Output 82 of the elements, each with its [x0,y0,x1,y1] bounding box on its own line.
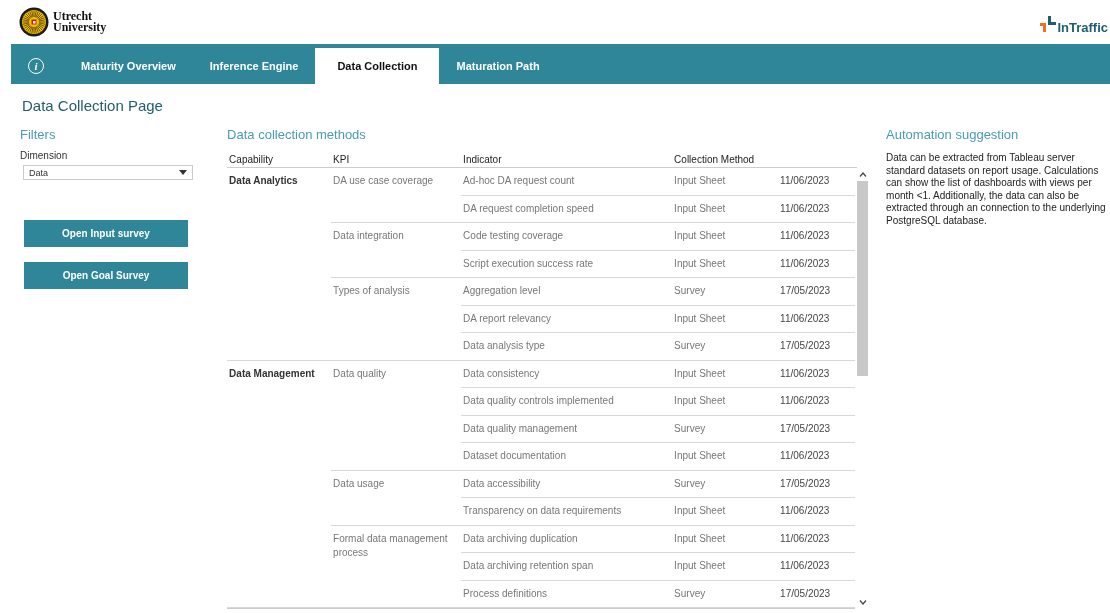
filters-heading: Filters [20,127,57,144]
method-cell: Survey [672,580,779,608]
page-title: Data Collection Page [21,96,164,116]
indicator-cell: Ad-hoc DA request count [461,168,673,196]
date-cell: 11/06/2023 [778,195,856,223]
date-cell: 17/05/2023 [778,470,856,498]
kpi-cell: DA use case coverage [331,168,462,223]
kpi-cell: Data usage [331,470,462,526]
date-cell: 11/06/2023 [778,250,856,278]
indicator-cell: Transparency on data requirements [461,498,673,526]
indicator-cell: Process definitions [461,580,673,608]
indicator-cell: Script execution success rate [461,250,673,278]
nav-tab[interactable]: Data Collection [315,48,440,84]
indicator-cell: Data quality management [461,415,673,443]
date-cell: 11/06/2023 [778,525,856,553]
automation-heading: Automation suggestion [886,127,1020,144]
method-cell: Input Sheet [672,525,779,553]
method-cell: Input Sheet [672,388,779,416]
date-cell: 17/05/2023 [778,415,856,443]
kpi-cell: Data integration [331,223,462,278]
capability-cell: Data Management [227,360,332,608]
method-cell: Survey [672,415,779,443]
method-cell: Input Sheet [672,553,779,581]
indicator-cell: Aggregation level [461,278,673,306]
info-tab[interactable]: i [11,48,64,84]
method-cell: Input Sheet [672,443,779,471]
indicator-cell: Data archiving retention span [461,553,673,581]
method-cell: Input Sheet [672,223,779,251]
method-cell: Input Sheet [672,168,779,196]
partner-logo-text: InTraffic [1057,19,1108,35]
column-header: KPI [332,153,351,167]
date-cell: 11/06/2023 [778,443,856,471]
nav-tab[interactable]: Inference Engine [192,48,316,84]
kpi-cell: Formal data management process [331,525,462,608]
capability-cell: Data Analytics [227,168,332,361]
dimension-dropdown[interactable]: Data [23,165,193,180]
table-heading: Data collection methods [227,127,367,144]
kpi-cell: Data quality [331,360,462,471]
university-logo-text: Utrecht University [53,11,107,33]
sun-logo-icon [19,7,49,37]
indicator-cell: Data accessibility [461,470,673,498]
indicator-cell: DA report relevancy [461,305,673,333]
indicator-cell: Data archiving duplication [461,525,673,553]
caret-icon [179,170,187,175]
automation-text: Data can be extracted from Tableau server standard datasets on report usage. Calculations can show the list of dashboards with views per month <1. Additionally, the data can also be extracted through an connection to the underlying PostgreSQL database. [886,152,1107,227]
nav-tab[interactable]: Maturation Path [439,48,557,84]
date-cell: 17/05/2023 [778,333,856,361]
date-cell: 17/05/2023 [778,580,856,608]
method-cell: Survey [672,278,779,306]
scroll-thumb[interactable] [857,181,869,376]
cross-logo-icon [1040,15,1057,32]
indicator-cell: Dataset documentation [461,443,673,471]
column-header: Collection Method [673,153,756,167]
survey-button[interactable]: Open Input survey [24,220,188,247]
method-cell: Input Sheet [672,250,779,278]
date-cell: 11/06/2023 [778,305,856,333]
survey-button[interactable]: Open Goal Survey [24,262,188,289]
indicator-cell: DA request completion speed [461,195,673,223]
date-cell: 11/06/2023 [778,553,856,581]
scroll-up-icon[interactable] [858,172,867,177]
date-cell: 11/06/2023 [778,360,856,388]
indicator-cell: Data analysis type [461,333,673,361]
date-cell: 17/05/2023 [778,278,856,306]
kpi-cell: Types of analysis [331,278,462,361]
column-header: Capability [228,153,275,167]
method-cell: Survey [672,470,779,498]
column-header: Indicator [462,153,503,167]
indicator-cell: Code testing coverage [461,223,673,251]
date-cell: 11/06/2023 [778,498,856,526]
scroll-down-icon[interactable] [858,600,867,605]
date-cell: 11/06/2023 [778,168,856,196]
method-cell: Input Sheet [672,360,779,388]
indicator-cell: Data consistency [461,360,673,388]
method-cell: Survey [672,333,779,361]
date-cell: 11/06/2023 [778,388,856,416]
method-cell: Input Sheet [672,195,779,223]
method-cell: Input Sheet [672,305,779,333]
indicator-cell: Data quality controls implemented [461,388,673,416]
date-cell: 11/06/2023 [778,223,856,251]
nav-tab[interactable]: Maturity Overview [64,48,193,84]
method-cell: Input Sheet [672,498,779,526]
dimension-label: Dimension [20,150,69,161]
